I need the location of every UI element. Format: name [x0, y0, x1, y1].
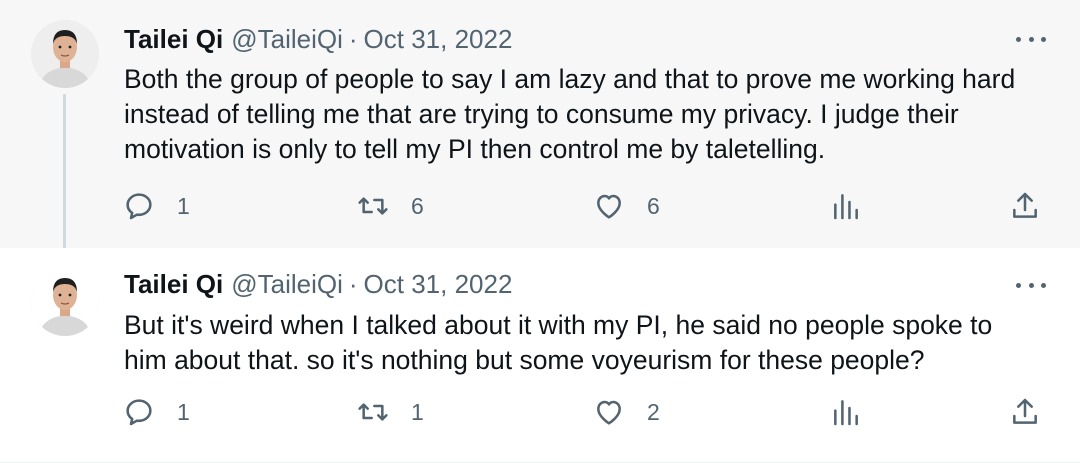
share-button[interactable] — [1009, 396, 1041, 428]
like-button[interactable]: 6 — [593, 190, 660, 222]
retweet-count: 1 — [411, 398, 424, 425]
retweet-button[interactable]: 6 — [357, 190, 424, 222]
more-icon[interactable] — [1016, 32, 1046, 46]
retweet-button[interactable]: 1 — [357, 396, 424, 428]
tweet-header: Tailei Qi @TaileiQi · Oct 31, 2022 — [124, 269, 512, 300]
avatar[interactable] — [31, 268, 99, 336]
thread-line — [63, 94, 66, 262]
tweet-actions: 1 6 6 — [0, 190, 1080, 230]
reply-count: 1 — [177, 398, 190, 425]
views-button[interactable] — [830, 396, 862, 428]
reply-count: 1 — [177, 192, 190, 219]
tweet-actions: 1 1 2 — [0, 396, 1080, 436]
like-count: 6 — [647, 192, 660, 219]
more-icon[interactable] — [1016, 278, 1046, 292]
avatar[interactable] — [31, 20, 99, 88]
heart-icon — [597, 194, 621, 219]
like-count: 2 — [647, 398, 660, 425]
retweet-icon — [358, 403, 388, 421]
tweet-2[interactable]: Tailei Qi @TaileiQi · Oct 31, 2022 But i… — [0, 248, 1080, 463]
retweet-count: 6 — [411, 192, 424, 219]
author-handle[interactable]: @TaileiQi — [231, 24, 343, 55]
separator-dot: · — [348, 24, 358, 54]
tweet-header: Tailei Qi @TaileiQi · Oct 31, 2022 — [124, 24, 512, 55]
share-icon — [1013, 192, 1037, 218]
views-button[interactable] — [830, 190, 862, 222]
author-name[interactable]: Tailei Qi — [124, 269, 223, 300]
author-name[interactable]: Tailei Qi — [124, 24, 223, 55]
author-handle[interactable]: @TaileiQi — [231, 269, 343, 300]
separator-dot: · — [348, 269, 358, 299]
tweet-date[interactable]: Oct 31, 2022 — [364, 269, 513, 300]
share-button[interactable] — [1009, 190, 1041, 222]
retweet-icon — [358, 197, 388, 215]
tweet-1[interactable]: Tailei Qi @TaileiQi · Oct 31, 2022 Both … — [0, 0, 1080, 262]
tweet-text: But it's weird when I talked about it wi… — [124, 310, 993, 375]
reply-button[interactable]: 1 — [123, 396, 190, 428]
reply-icon — [126, 399, 152, 426]
tweet-text: Both the group of people to say I am laz… — [124, 64, 1016, 164]
reply-button[interactable]: 1 — [123, 190, 190, 222]
heart-icon — [597, 400, 621, 425]
tweet-date[interactable]: Oct 31, 2022 — [364, 24, 513, 55]
reply-icon — [126, 193, 152, 220]
share-icon — [1013, 398, 1037, 424]
like-button[interactable]: 2 — [593, 396, 660, 428]
views-icon — [834, 400, 858, 426]
views-icon — [834, 194, 858, 220]
